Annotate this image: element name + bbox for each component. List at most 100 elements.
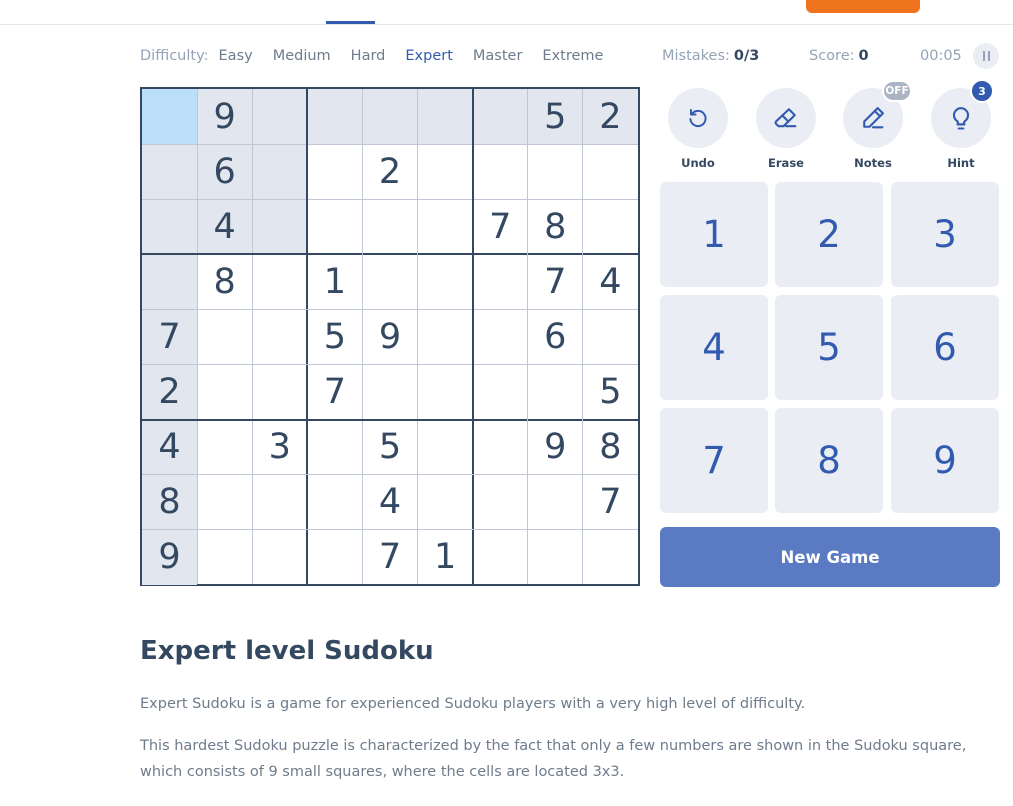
sudoku-cell[interactable]	[307, 420, 362, 475]
sudoku-cell[interactable]	[473, 144, 528, 199]
sudoku-cell[interactable]	[528, 144, 583, 199]
sudoku-cell[interactable]: 9	[528, 420, 583, 475]
sudoku-cell[interactable]: 7	[307, 365, 362, 420]
sudoku-cell[interactable]: 4	[583, 254, 638, 309]
sudoku-cell[interactable]: 5	[307, 309, 362, 364]
sudoku-cell[interactable]: 2	[362, 144, 417, 199]
header-cta-button[interactable]	[806, 0, 920, 13]
sudoku-cell[interactable]: 8	[583, 420, 638, 475]
sudoku-cell[interactable]: 7	[142, 309, 198, 365]
sudoku-cell[interactable]: 4	[197, 199, 253, 255]
sudoku-cell[interactable]: 5	[527, 89, 583, 145]
sudoku-cell[interactable]	[528, 530, 583, 585]
sudoku-cell[interactable]: 5	[583, 365, 638, 420]
sudoku-cell[interactable]	[252, 254, 307, 309]
sudoku-cell[interactable]	[307, 199, 362, 254]
sudoku-cell[interactable]	[197, 420, 252, 475]
sudoku-cell[interactable]	[418, 420, 473, 475]
sudoku-cell[interactable]: 6	[528, 309, 583, 364]
pause-button[interactable]	[973, 43, 999, 69]
sudoku-cell[interactable]	[418, 144, 473, 199]
sudoku-cell[interactable]: 7	[473, 199, 528, 254]
sudoku-cell[interactable]	[307, 144, 362, 199]
sudoku-cell[interactable]	[142, 89, 198, 145]
sudoku-cell[interactable]: 2	[142, 364, 198, 420]
sudoku-cell[interactable]: 5	[362, 420, 417, 475]
sudoku-cell[interactable]	[418, 365, 473, 420]
sudoku-cell[interactable]	[473, 420, 528, 475]
sudoku-cell[interactable]: 4	[142, 419, 198, 475]
sudoku-cell[interactable]: 6	[197, 144, 253, 200]
sudoku-cell[interactable]: 8	[142, 474, 198, 530]
sudoku-cell[interactable]: 7	[583, 475, 638, 530]
sudoku-cell[interactable]	[252, 199, 308, 255]
sudoku-cell[interactable]	[583, 144, 638, 199]
sudoku-cell[interactable]	[362, 89, 418, 145]
erase-button[interactable]: Erase	[756, 88, 816, 170]
sudoku-cell[interactable]	[197, 475, 252, 530]
sudoku-cell[interactable]: 9	[197, 89, 253, 145]
sudoku-cell[interactable]	[362, 365, 417, 420]
sudoku-cell[interactable]	[362, 254, 417, 309]
difficulty-expert[interactable]: Expert	[405, 48, 453, 64]
sudoku-cell[interactable]	[473, 309, 528, 364]
number-key-2[interactable]: 2	[775, 182, 883, 287]
sudoku-cell[interactable]	[252, 144, 308, 200]
sudoku-cell[interactable]	[472, 89, 528, 145]
sudoku-cell[interactable]	[418, 254, 473, 309]
difficulty-medium[interactable]: Medium	[273, 48, 331, 64]
number-key-1[interactable]: 1	[660, 182, 768, 287]
sudoku-cell[interactable]	[142, 144, 198, 200]
sudoku-cell[interactable]	[362, 199, 417, 254]
sudoku-cell[interactable]	[583, 199, 638, 254]
sudoku-cell[interactable]	[473, 475, 528, 530]
sudoku-cell[interactable]	[197, 530, 252, 585]
sudoku-cell[interactable]: 4	[362, 475, 417, 530]
sudoku-cell[interactable]	[307, 89, 363, 145]
number-key-3[interactable]: 3	[891, 182, 999, 287]
sudoku-cell[interactable]	[252, 365, 307, 420]
sudoku-cell[interactable]	[528, 475, 583, 530]
sudoku-cell[interactable]: 1	[418, 530, 473, 585]
number-key-5[interactable]: 5	[775, 295, 883, 400]
sudoku-cell[interactable]: 2	[582, 89, 638, 145]
sudoku-cell[interactable]	[417, 89, 473, 145]
sudoku-cell[interactable]	[418, 199, 473, 254]
sudoku-cell[interactable]	[418, 475, 473, 530]
sudoku-cell[interactable]: 1	[307, 254, 362, 309]
sudoku-cell[interactable]	[252, 309, 307, 364]
sudoku-cell[interactable]: 7	[362, 530, 417, 585]
number-key-6[interactable]: 6	[891, 295, 999, 400]
number-key-9[interactable]: 9	[891, 408, 999, 513]
number-key-4[interactable]: 4	[660, 295, 768, 400]
new-game-button[interactable]: New Game	[660, 527, 1000, 587]
number-key-8[interactable]: 8	[775, 408, 883, 513]
sudoku-cell[interactable]	[473, 365, 528, 420]
sudoku-cell[interactable]	[252, 89, 308, 145]
number-key-7[interactable]: 7	[660, 408, 768, 513]
difficulty-easy[interactable]: Easy	[219, 48, 253, 64]
sudoku-cell[interactable]: 7	[528, 254, 583, 309]
sudoku-cell[interactable]	[583, 309, 638, 364]
difficulty-extreme[interactable]: Extreme	[542, 48, 603, 64]
sudoku-cell[interactable]: 9	[142, 529, 198, 585]
sudoku-cell[interactable]	[418, 309, 473, 364]
sudoku-cell[interactable]: 8	[197, 254, 252, 309]
undo-button[interactable]: Undo	[668, 88, 728, 170]
sudoku-cell[interactable]	[528, 365, 583, 420]
sudoku-cell[interactable]: 3	[252, 420, 307, 475]
difficulty-master[interactable]: Master	[473, 48, 523, 64]
sudoku-cell[interactable]	[307, 530, 362, 585]
sudoku-cell[interactable]	[473, 530, 528, 585]
difficulty-hard[interactable]: Hard	[351, 48, 386, 64]
sudoku-cell[interactable]	[252, 475, 307, 530]
sudoku-cell[interactable]	[197, 365, 252, 420]
sudoku-cell[interactable]	[473, 254, 528, 309]
sudoku-cell[interactable]	[197, 309, 252, 364]
sudoku-cell[interactable]	[583, 530, 638, 585]
sudoku-cell[interactable]	[307, 475, 362, 530]
sudoku-cell[interactable]: 9	[362, 309, 417, 364]
sudoku-cell[interactable]	[252, 530, 307, 585]
sudoku-cell[interactable]: 8	[528, 199, 583, 254]
sudoku-cell[interactable]	[142, 199, 198, 255]
